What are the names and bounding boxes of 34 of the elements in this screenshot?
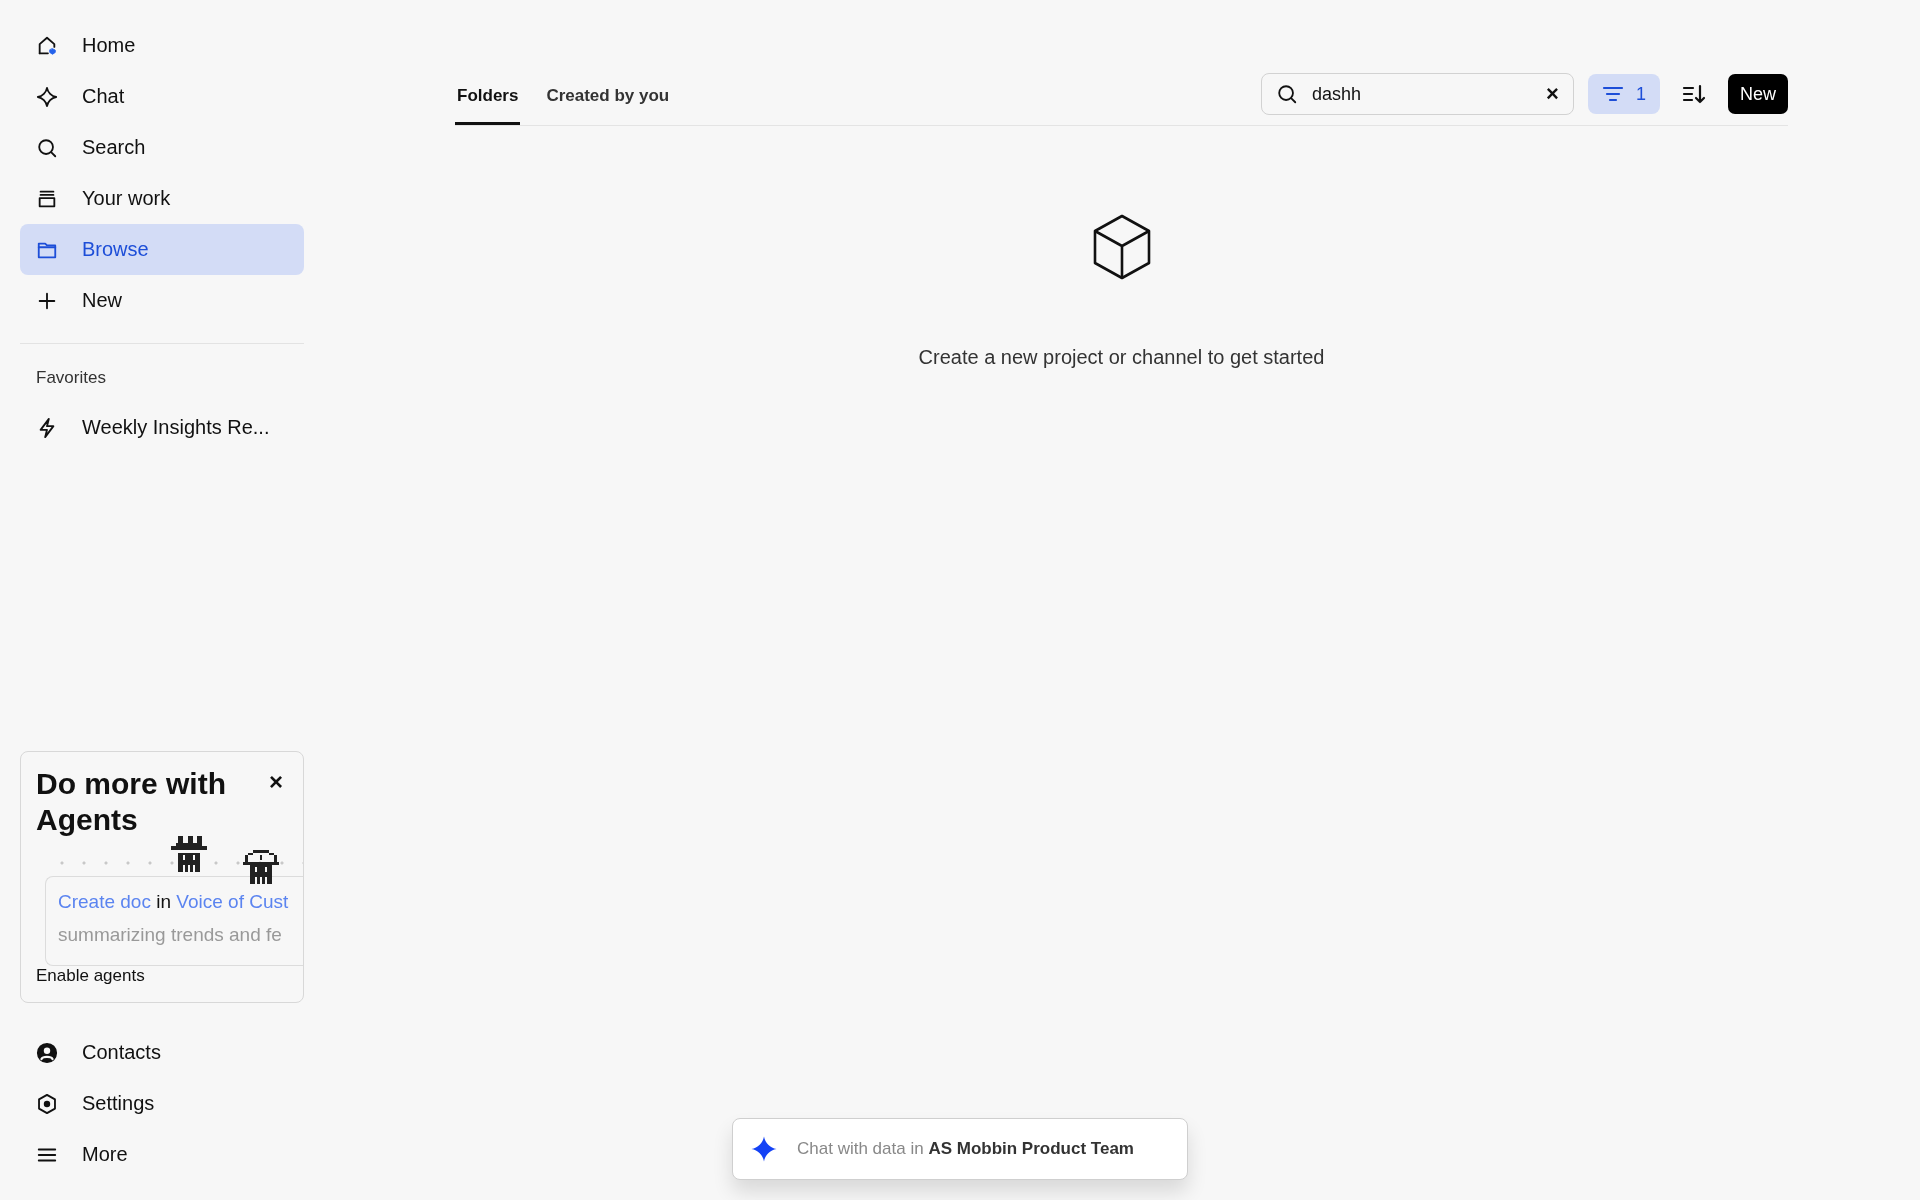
cube-icon <box>1091 214 1152 280</box>
sidebar-item[interactable]: Settings <box>20 1078 304 1129</box>
close-button[interactable]: × <box>265 770 287 794</box>
prompt-text: in <box>156 891 172 912</box>
new-button[interactable]: New <box>1728 74 1788 114</box>
search-icon <box>1275 83 1298 105</box>
enable-agents-link[interactable]: Enable agents <box>36 966 145 986</box>
search-field[interactable]: dashh × <box>1260 73 1574 115</box>
section-heading: Favorites <box>35 368 106 388</box>
sparkle-icon <box>36 85 58 108</box>
sidebar-item[interactable]: More <box>20 1129 304 1180</box>
filter-icon <box>1601 85 1624 103</box>
sidebar-item[interactable]: Home <box>20 20 304 71</box>
sidebar-item[interactable]: New <box>20 275 304 326</box>
person-icon <box>36 1041 58 1064</box>
sidebar-item[interactable]: Contacts <box>20 1027 304 1078</box>
sidebar-item[interactable]: Browse <box>20 224 304 275</box>
promo-title: Do more with Agents <box>36 766 227 838</box>
tab[interactable]: Created by you <box>544 76 672 125</box>
clear-button[interactable]: × <box>1546 81 1559 107</box>
sidebar-item[interactable]: Search <box>20 122 304 173</box>
empty-state-message: Create a new project or channel to get started <box>918 346 1325 369</box>
sort-icon <box>1682 83 1706 105</box>
prompt-text: summarizing trends and fe <box>58 923 283 947</box>
sidebar-item[interactable]: Chat <box>20 71 304 122</box>
search-icon <box>36 136 58 159</box>
home-icon <box>36 34 58 57</box>
tab[interactable]: Folders <box>455 76 521 125</box>
sidebar-item[interactable]: Your work <box>20 173 304 224</box>
robot-icon <box>171 836 207 872</box>
settings-icon <box>36 1092 58 1115</box>
favorite-item[interactable]: Weekly Insights Re... <box>20 402 304 453</box>
chat-with-data-bar[interactable]: Chat with data in AS Mobbin Product Team <box>732 1118 1188 1180</box>
filter-button[interactable]: 1 <box>1587 74 1660 114</box>
